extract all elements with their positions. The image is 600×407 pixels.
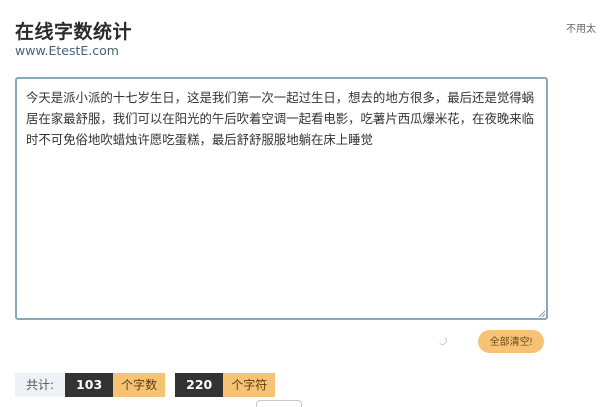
- page: 在线字数统计 www.EtestE.com 不用太 今天是派小派的十七岁生日，这…: [0, 0, 600, 407]
- site-title: 在线字数统计: [15, 21, 133, 43]
- resize-handle-icon[interactable]: [538, 310, 546, 318]
- stats-gap: [165, 373, 175, 397]
- symbol-count-value: 220: [175, 373, 224, 397]
- bottom-control-edge[interactable]: [256, 400, 302, 407]
- stats-bar: 共计: 103 个字数 220 个字符: [15, 373, 276, 397]
- stats-label: 共计:: [15, 373, 66, 397]
- clear-all-button[interactable]: 全部清空!: [478, 330, 544, 353]
- text-input-area[interactable]: 今天是派小派的十七岁生日，这是我们第一次一起过生日，想去的地方很多，最后还是觉得…: [15, 77, 548, 320]
- symbol-count-unit: 个字符: [223, 373, 276, 397]
- side-note: 不用太: [566, 24, 596, 35]
- char-count-unit: 个字数: [113, 373, 166, 397]
- site-url[interactable]: www.EtestE.com: [15, 43, 119, 58]
- loading-spinner-icon: [438, 336, 447, 345]
- char-count-value: 103: [65, 373, 114, 397]
